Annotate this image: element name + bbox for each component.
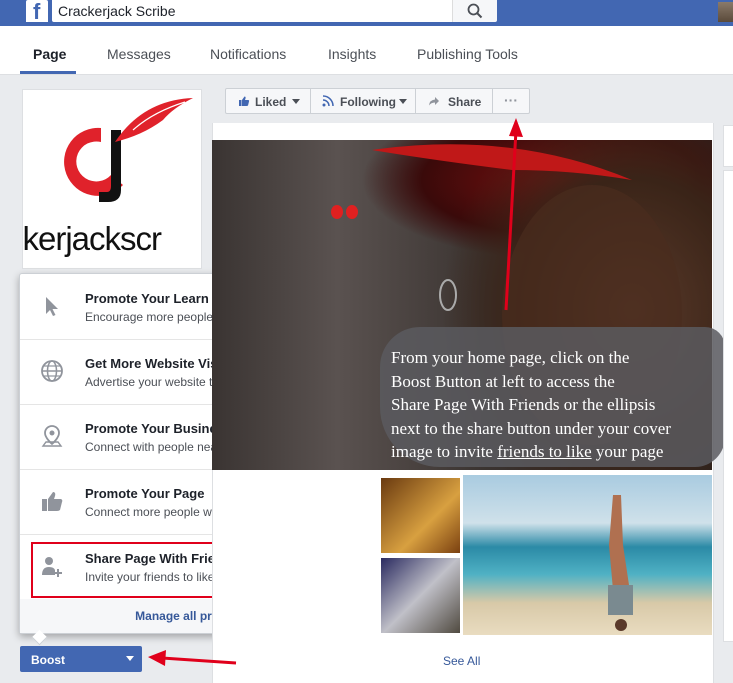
- annotation-fragment: your page: [591, 442, 664, 461]
- annotation-underlined-fragment: friends to like: [497, 442, 592, 461]
- photo-strip-left: [333, 478, 379, 633]
- tab-publishing-tools[interactable]: Publishing Tools: [417, 46, 518, 62]
- share-button[interactable]: Share: [415, 88, 493, 114]
- ellipsis-icon: ···: [504, 92, 518, 108]
- location-pin-icon: [41, 425, 63, 447]
- boost-button[interactable]: Boost: [20, 646, 142, 672]
- chevron-down-icon: [399, 99, 407, 104]
- chevron-down-icon: [292, 99, 300, 104]
- promotion-title: Promote Your Page: [85, 486, 205, 501]
- share-label: Share: [448, 95, 482, 109]
- right-column-card: [723, 170, 733, 642]
- annotation-line: Boost Button at left to access the: [391, 371, 615, 391]
- cursor-icon: [46, 297, 58, 316]
- facebook-logo-glyph: f: [33, 0, 41, 24]
- annotation-line: Share Page With Friends or the ellipsis: [391, 395, 656, 414]
- top-navigation-bar: f: [0, 0, 733, 26]
- search-button[interactable]: [452, 0, 497, 22]
- chevron-down-icon: [126, 656, 134, 661]
- annotation-line: From your home page, click on the: [391, 348, 630, 367]
- share-arrow-icon: [429, 97, 439, 106]
- avatar[interactable]: [718, 2, 733, 22]
- liked-label: Liked: [255, 95, 287, 109]
- see-all-photos-link[interactable]: See All: [443, 654, 480, 668]
- following-label: Following: [340, 95, 396, 109]
- annotation-line: image to invite friends to like your pag…: [391, 440, 731, 464]
- globe-icon: [41, 360, 63, 382]
- right-column-card: [723, 125, 733, 167]
- annotation-line: next to the share button under your cove…: [391, 418, 671, 438]
- more-options-button[interactable]: ···: [492, 88, 530, 114]
- annotation-fragment: image to invite: [391, 442, 498, 461]
- photo-thumbnail[interactable]: [463, 475, 712, 635]
- annotation-text: From your home page, click on the Boost …: [391, 346, 731, 464]
- liked-button[interactable]: Liked: [225, 88, 311, 114]
- profile-picture[interactable]: ckerjackscr: [22, 89, 202, 269]
- thumbs-up-icon: [239, 96, 250, 106]
- thumbs-up-icon: [42, 492, 63, 511]
- rss-icon: [322, 95, 334, 107]
- search-icon: [467, 3, 483, 19]
- tab-page[interactable]: Page: [33, 46, 66, 62]
- photo-thumbnail[interactable]: [381, 558, 460, 633]
- photo-thumbnail[interactable]: [381, 478, 460, 553]
- page-tab-bar: Page Messages Notifications Insights Pub…: [0, 26, 733, 75]
- page-logo-wordmark: ckerjackscr: [22, 220, 162, 257]
- tab-messages[interactable]: Messages: [107, 46, 171, 62]
- tab-insights[interactable]: Insights: [328, 46, 376, 62]
- search-input[interactable]: [52, 0, 448, 22]
- boost-label: Boost: [31, 653, 65, 667]
- photo-headstand-figure: [608, 495, 633, 631]
- search-box[interactable]: [52, 0, 452, 22]
- active-tab-indicator: [20, 71, 76, 74]
- facebook-logo-icon[interactable]: f: [26, 0, 48, 24]
- following-button[interactable]: Following: [310, 88, 416, 114]
- tab-notifications[interactable]: Notifications: [210, 46, 286, 62]
- crackerjack-logo-icon: [64, 98, 193, 202]
